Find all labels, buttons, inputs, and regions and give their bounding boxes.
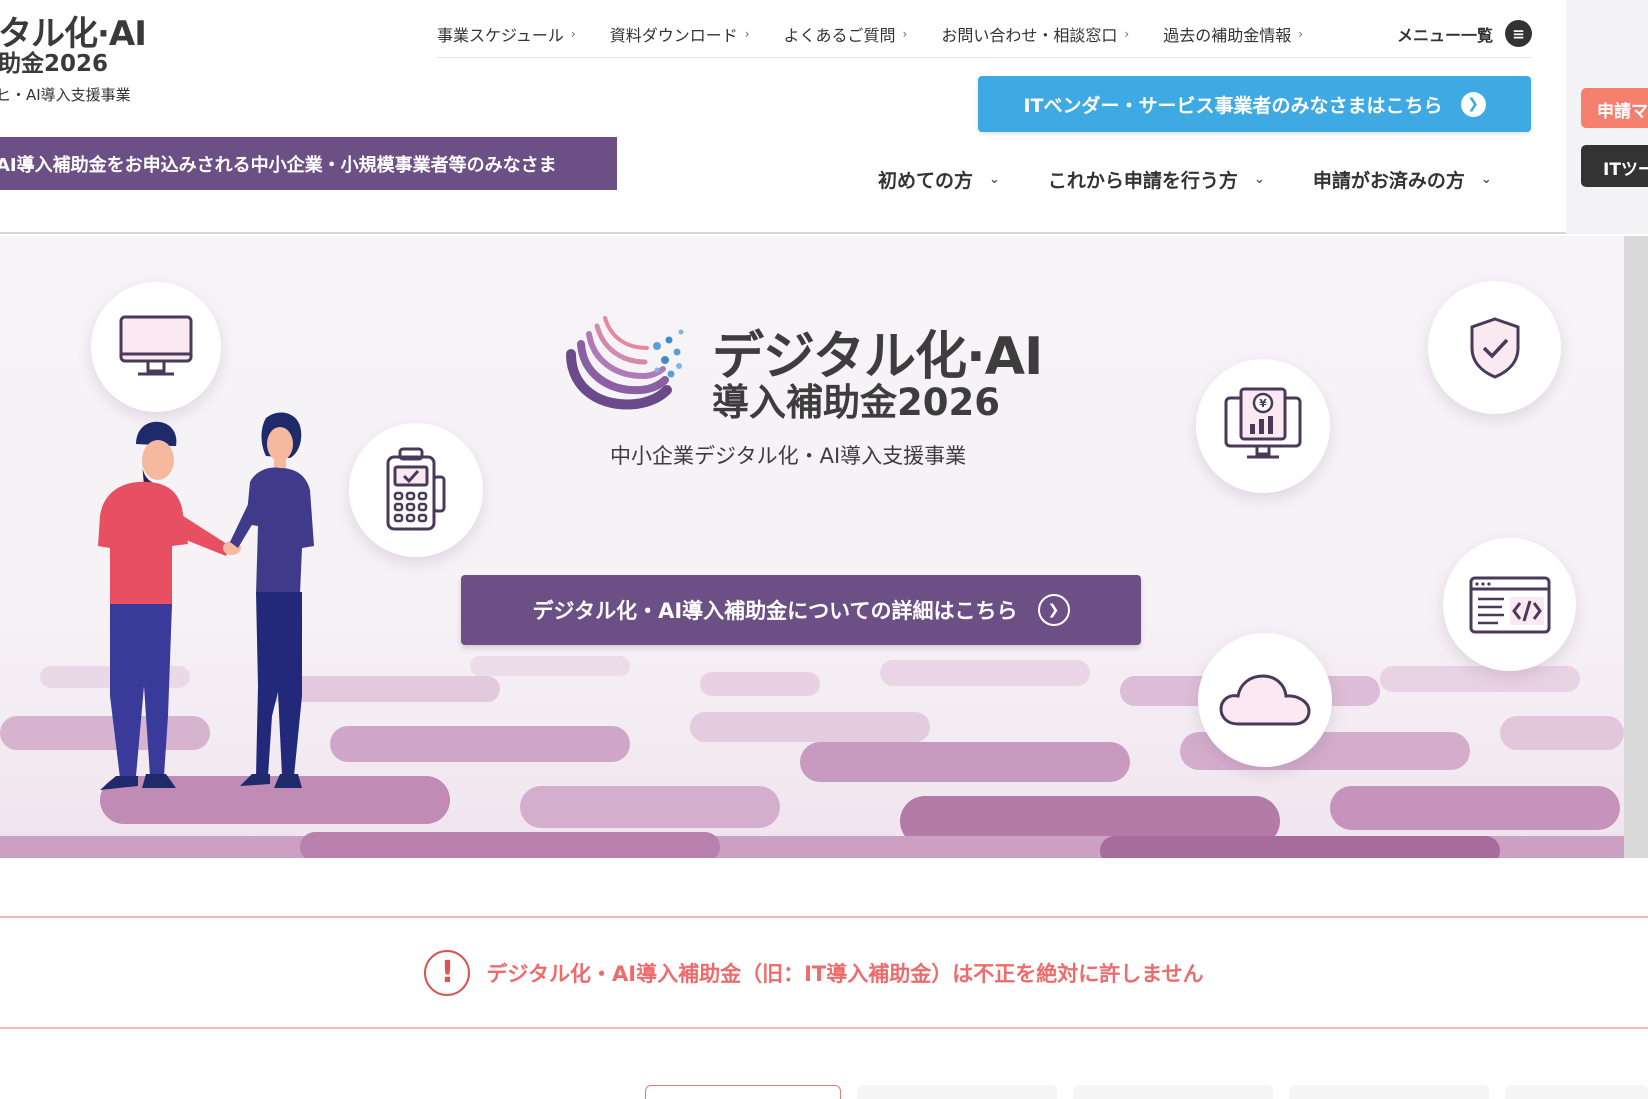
side-apply-button[interactable]: 申請マ (1581, 88, 1648, 128)
hero-banner: ¥ デジタル化·AI 導入補助金2026 中小企業デジタル化・AI導入支援事業 … (0, 236, 1624, 858)
nav-item-applying[interactable]: これから申請を行う方 ⌄ (1048, 166, 1265, 193)
audience-banner-label: AI導入補助金をお申込みされる中小企業・小規模事業者等のみなさま (0, 154, 557, 176)
audience-banner[interactable]: AI導入補助金をお申込みされる中小企業・小規模事業者等のみなさま (0, 137, 617, 190)
hero-scroll-gutter (1624, 236, 1648, 858)
content-tab[interactable] (1073, 1085, 1273, 1099)
payment-terminal-icon (386, 447, 446, 531)
site-logo-tagline: ヒ・AI導入支援事業 (0, 86, 131, 104)
nav-item-first-time[interactable]: 初めての方 ⌄ (878, 166, 1000, 193)
monitor-icon (119, 315, 193, 376)
chevron-right-icon: › (744, 26, 750, 41)
site-header: タル化·AI 助金2026 ヒ・AI導入支援事業 事業スケジュール › 資料ダウン… (0, 0, 1566, 234)
chevron-right-icon: › (1124, 26, 1130, 41)
chevron-right-icon: › (902, 26, 908, 41)
cloud-icon (1219, 674, 1311, 726)
alert-icon: ! (424, 949, 471, 996)
fraud-notice[interactable]: ! デジタル化・AI導入補助金（旧：IT導入補助金）は不正を絶対に許しません (0, 916, 1648, 1029)
yen-chart-monitor-icon: ¥ (1224, 387, 1302, 459)
hero-subtitle: 中小企業デジタル化・AI導入支援事業 (610, 444, 967, 468)
chevron-down-icon: ⌄ (1253, 172, 1265, 187)
util-link-label: 資料ダウンロード (609, 25, 738, 45)
util-link-schedule[interactable]: 事業スケジュール › (437, 22, 576, 46)
site-logo-subtitle[interactable]: 助金2026 (0, 44, 108, 78)
side-tool-button[interactable]: ITツー (1581, 145, 1648, 187)
content-tab[interactable] (857, 1085, 1057, 1099)
chevron-right-icon: › (1298, 26, 1304, 41)
nav-item-label: 初めての方 (878, 170, 974, 192)
menu-icon: ≡ (1505, 20, 1532, 47)
util-link-label: 過去の補助金情報 (1163, 25, 1292, 45)
main-nav: 初めての方 ⌄ これから申請を行う方 ⌄ 申請がお済みの方 ⌄ (878, 166, 1492, 193)
util-link-label: よくあるご質問 (783, 25, 896, 45)
content-tab[interactable] (1505, 1085, 1648, 1099)
handshake-illustration (98, 412, 314, 790)
monitor-icon-circle (91, 282, 221, 412)
chevron-down-icon: ⌄ (989, 172, 1000, 187)
subsidy-details-button[interactable]: デジタル化・AI導入補助金についての詳細はこちら ❯ (461, 575, 1141, 645)
menu-button[interactable]: メニュー一覧 ≡ (1397, 20, 1532, 47)
nav-item-applied[interactable]: 申請がお済みの方 ⌄ (1313, 166, 1492, 193)
util-link-contact[interactable]: お問い合わせ・相談窓口 › (941, 22, 1129, 46)
code-window-circle (1443, 538, 1576, 671)
shield-icon-circle (1428, 281, 1561, 414)
content-tab[interactable] (1289, 1085, 1489, 1099)
fraud-notice-text: デジタル化・AI導入補助金（旧：IT導入補助金）は不正を絶対に許しません (486, 961, 1204, 986)
chevron-right-icon: › (570, 26, 576, 41)
subsidy-details-label: デジタル化・AI導入補助金についての詳細はこちら (532, 599, 1018, 623)
vendor-button-label: ITベンダー・サービス事業者のみなさまはこちら (1023, 94, 1443, 117)
arrow-right-circle-icon: ❯ (1037, 594, 1070, 626)
util-link-label: お問い合わせ・相談窓口 (941, 25, 1118, 45)
hero-title-sub: 導入補助金2026 (712, 381, 1000, 424)
chevron-down-icon: ⌄ (1480, 172, 1492, 187)
code-window-icon (1469, 576, 1550, 633)
nav-item-label: 申請がお済みの方 (1312, 170, 1465, 192)
arrow-right-circle-icon: ❯ (1460, 91, 1486, 117)
payment-terminal-circle (349, 423, 483, 557)
util-link-faq[interactable]: よくあるご質問 › (784, 22, 908, 46)
util-link-label: 事業スケジュール (437, 25, 564, 45)
utility-nav: 事業スケジュール › 資料ダウンロード › よくあるご質問 › お問い合わせ・相談窓口… (437, 10, 1532, 58)
content-tab[interactable] (645, 1085, 841, 1099)
util-link-past-info[interactable]: 過去の補助金情報 › (1163, 22, 1303, 46)
shield-check-icon (1470, 316, 1519, 379)
vendor-button[interactable]: ITベンダー・サービス事業者のみなさまはこちら ❯ (978, 76, 1531, 132)
menu-label: メニュー一覧 (1396, 25, 1493, 45)
cloud-icon-circle (1198, 633, 1332, 767)
brand-logo-mark (566, 316, 684, 410)
util-link-download[interactable]: 資料ダウンロード › (610, 22, 750, 46)
svg-text:¥: ¥ (1259, 397, 1267, 410)
yen-chart-circle: ¥ (1196, 359, 1330, 493)
nav-item-label: これから申請を行う方 (1047, 170, 1238, 192)
